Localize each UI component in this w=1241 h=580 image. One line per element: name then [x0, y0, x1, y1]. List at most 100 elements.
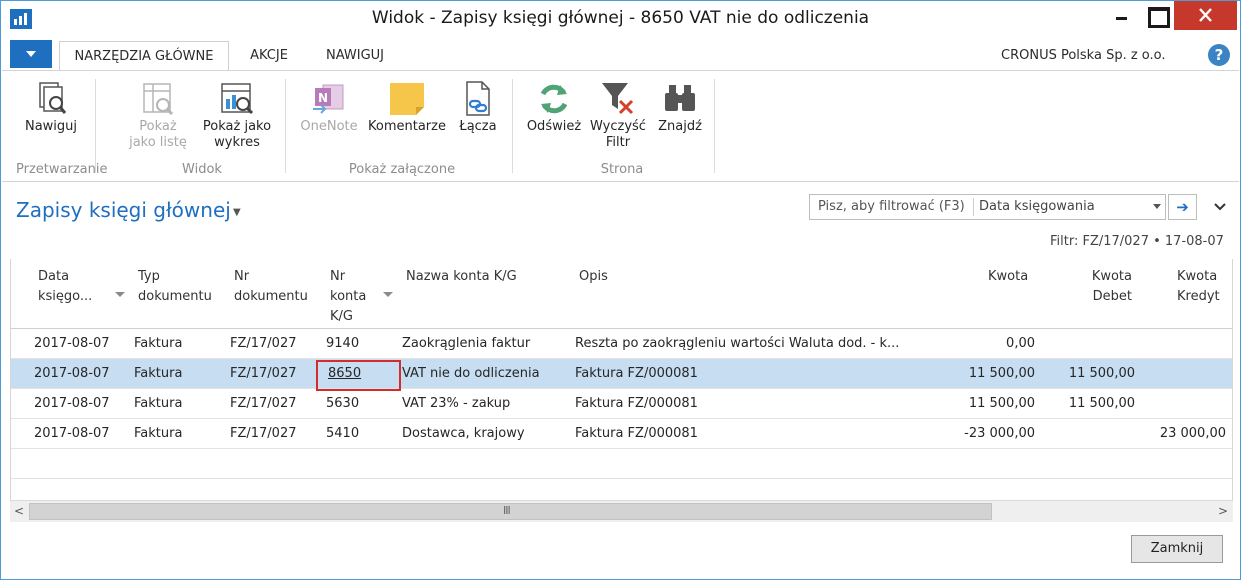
col-header-text: Nr [330, 269, 346, 284]
col-header-description[interactable]: Opis [579, 267, 608, 287]
close-window-button[interactable] [1174, 1, 1237, 30]
clear-filter-label-2: Filtr [605, 135, 631, 150]
show-as-list-button[interactable]: Pokaż jako listę [122, 79, 194, 151]
show-chart-label-2: wykres [214, 135, 260, 150]
col-header-amount[interactable]: Kwota [988, 267, 1028, 287]
company-name: CRONUS Polska Sp. z o.o. [1001, 48, 1166, 63]
group-processing-label: Przetwarzanie [16, 162, 108, 177]
tab-actions[interactable]: AKCJE [237, 41, 301, 70]
show-as-chart-button[interactable]: Pokaż jako wykres [196, 79, 278, 151]
filter-search-input[interactable]: Pisz, aby filtrować (F3) [818, 199, 965, 214]
show-list-label-1: Pokaż [139, 119, 177, 134]
filter-field-select[interactable]: Data księgowania [979, 199, 1095, 214]
title-dropdown-icon[interactable]: ▼ [233, 207, 241, 218]
maximize-button[interactable] [1138, 1, 1174, 30]
clear-filter-button[interactable]: Wyczyść Filtr [588, 79, 648, 151]
col-header-posting-date[interactable]: Data księgo... [38, 267, 92, 307]
table-row[interactable]: 2017-08-07 Faktura FZ/17/027 9140 Zaokrą… [11, 329, 1232, 359]
col-header-text: księgo... [38, 289, 93, 304]
sort-icon[interactable] [115, 292, 125, 297]
col-header-account-name[interactable]: Nazwa konta K/G [406, 267, 517, 287]
ribbon: Nawiguj Przetwarzanie Pokaż jako listę P… [2, 70, 1239, 182]
cell-account-name: VAT nie do odliczenia [402, 366, 540, 381]
help-icon[interactable]: ? [1208, 44, 1230, 66]
group-attached-label: Pokaż załączone [348, 162, 456, 177]
ribbon-separator [512, 79, 513, 173]
close-button[interactable]: Zamknij [1131, 535, 1223, 563]
filter-search-box[interactable]: Pisz, aby filtrować (F3) Data księgowani… [809, 194, 1166, 220]
cell-type: Faktura [134, 336, 183, 351]
refresh-button[interactable]: Odśwież [522, 79, 586, 135]
table-row[interactable]: 2017-08-07 Faktura FZ/17/027 5410 Dostaw… [11, 419, 1232, 449]
find-button[interactable]: Znajdź [654, 79, 706, 135]
col-header-text: Debet [1092, 289, 1132, 304]
ribbon-separator [95, 79, 96, 173]
group-view-label: Widok [182, 162, 222, 177]
filter-info: Filtr: FZ/17/027 • 17-08-07 [1050, 234, 1224, 249]
cell-debit: 11 500,00 [1068, 366, 1135, 381]
cell-description: Reszta po zaokrągleniu wartości Waluta d… [575, 336, 900, 351]
app-menu-button[interactable] [10, 40, 52, 68]
col-header-document-type[interactable]: Typ dokumentu [138, 267, 212, 307]
title-bar: Widok - Zapisy księgi głównej - 8650 VAT… [1, 1, 1240, 38]
scrollbar-thumb[interactable]: III [29, 503, 992, 520]
cell-type: Faktura [134, 396, 183, 411]
cell-account: 5410 [326, 426, 360, 441]
minimize-button[interactable] [1105, 1, 1138, 30]
links-button[interactable]: Łącza [454, 79, 502, 135]
ribbon-separator [714, 79, 715, 173]
cell-amount: -23 000,00 [964, 426, 1035, 441]
clear-filter-label-1: Wyczyść [590, 119, 646, 134]
collapse-chevron-icon[interactable] [1213, 200, 1227, 216]
comments-label: Komentarze [368, 119, 446, 134]
cell-document: FZ/17/027 [230, 336, 297, 351]
table-row-selected[interactable]: 2017-08-07 Faktura FZ/17/027 8650 VAT ni… [11, 359, 1232, 389]
onenote-button[interactable]: N OneNote [296, 79, 362, 135]
ribbon-separator [285, 79, 286, 173]
close-icon [1199, 8, 1212, 22]
col-header-text: Nr [234, 269, 250, 284]
show-chart-label-1: Pokaż jako [202, 119, 272, 134]
comments-button[interactable]: Komentarze [366, 79, 448, 135]
filter-divider [973, 198, 974, 216]
col-header-text: Kredyt [1177, 289, 1220, 304]
scroll-left-icon[interactable]: < [14, 504, 24, 518]
cell-document: FZ/17/027 [230, 396, 297, 411]
filter-go-button[interactable]: ➔ [1168, 194, 1197, 220]
cell-account-name: VAT 23% - zakup [402, 396, 511, 411]
sort-icon[interactable] [383, 292, 393, 297]
col-header-account-no[interactable]: Nr konta K/G [330, 267, 366, 327]
col-header-text: Kwota [1091, 269, 1132, 284]
cell-amount: 11 500,00 [968, 366, 1035, 381]
refresh-icon [534, 79, 574, 119]
page-title[interactable]: Zapisy księgi głównej [16, 198, 231, 222]
table-row[interactable]: 2017-08-07 Faktura FZ/17/027 5630 VAT 23… [11, 389, 1232, 419]
col-header-document-no[interactable]: Nr dokumentu [234, 267, 308, 307]
tab-main-tools[interactable]: NARZĘDZIA GŁÓWNE [59, 41, 229, 70]
grip-icon: III [503, 504, 511, 517]
cell-credit: 23 000,00 [1159, 426, 1226, 441]
show-list-label-2: jako listę [129, 135, 187, 150]
entries-table: Data księgo... Typ dokumentu Nr dokument… [10, 259, 1233, 522]
table-row-empty[interactable] [11, 449, 1232, 479]
col-header-text: K/G [330, 309, 353, 324]
col-header-debit[interactable]: Kwota Debet [1088, 267, 1132, 307]
tab-navigate[interactable]: NAWIGUJ [309, 41, 401, 70]
chevron-down-icon[interactable] [1153, 204, 1161, 209]
cell-date: 2017-08-07 [34, 366, 110, 381]
highlight-box [316, 360, 401, 391]
arrow-right-icon: ➔ [1176, 198, 1189, 216]
cell-type: Faktura [134, 366, 183, 381]
window-title: Widok - Zapisy księgi głównej - 8650 VAT… [371, 8, 870, 28]
cell-description: Faktura FZ/000081 [575, 426, 698, 441]
col-header-credit[interactable]: Kwota Kredyt [1177, 267, 1220, 307]
col-header-text: dokumentu [138, 289, 212, 304]
horizontal-scrollbar[interactable]: < III > [10, 500, 1233, 522]
navigate-icon [31, 79, 71, 119]
group-page-label: Strona [600, 162, 644, 177]
cell-document: FZ/17/027 [230, 366, 297, 381]
navigate-button[interactable]: Nawiguj [18, 79, 84, 135]
scroll-right-icon[interactable]: > [1218, 504, 1228, 518]
clear-filter-icon [598, 79, 638, 119]
cell-type: Faktura [134, 426, 183, 441]
